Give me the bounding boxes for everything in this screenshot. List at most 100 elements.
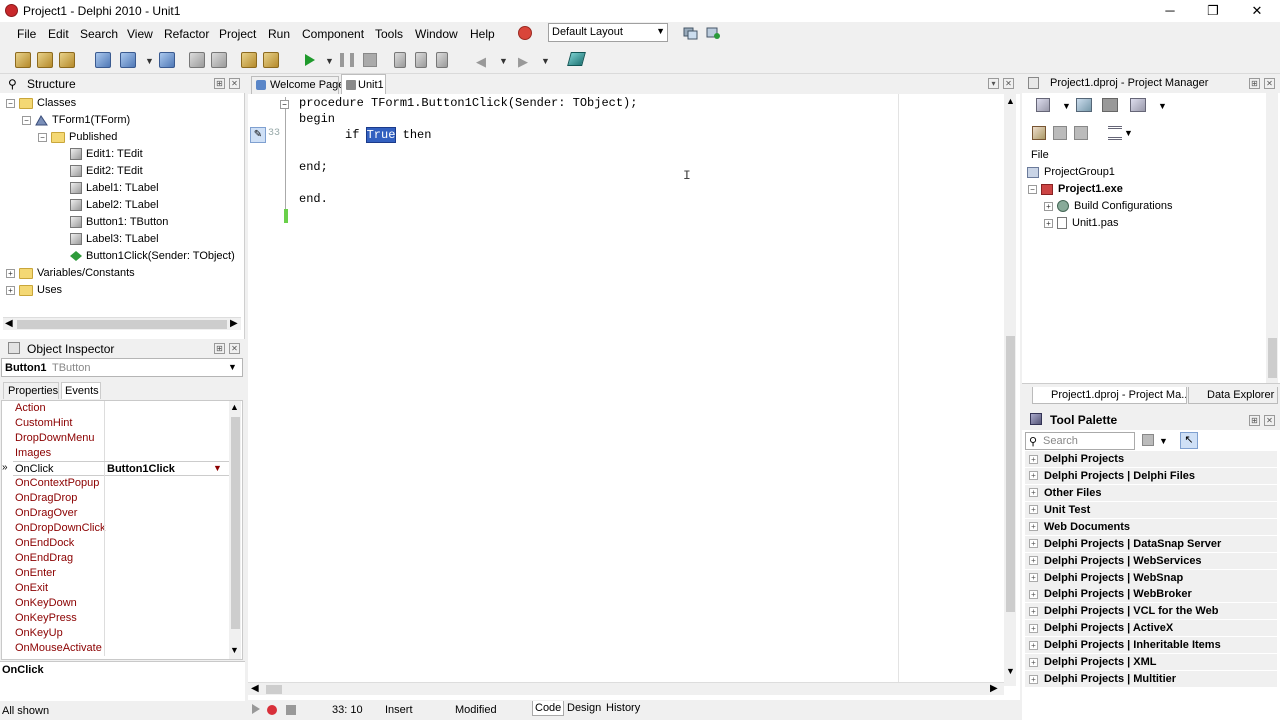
open-icon[interactable] [120,52,136,68]
event-value[interactable]: Button1Click [107,463,175,475]
event-row[interactable]: DropDownMenu [13,431,229,446]
new-form-icon[interactable] [37,52,53,68]
menu-help[interactable]: Help [470,27,495,41]
menu-refactor[interactable]: Refactor [164,27,209,41]
expand-icon[interactable]: + [1044,218,1053,228]
scroll-up-icon[interactable]: ▲ [230,402,239,412]
event-row[interactable]: OnExit [13,581,229,596]
scroll-thumb[interactable] [17,320,227,329]
selected-token[interactable]: True [365,127,397,143]
editor-vscroll[interactable]: ▲ ▼ [1004,94,1016,686]
expand-icon[interactable]: + [1029,573,1038,582]
project-vscroll[interactable] [1266,93,1278,383]
expand-icon[interactable]: + [1029,488,1038,498]
palette-category[interactable]: + Delphi Projects | VCL for the Web [1025,603,1277,620]
close-panel-icon[interactable]: ✕ [229,78,240,89]
palette-search-box[interactable]: ⚲ Search [1025,432,1135,450]
layout-debug-icon[interactable] [706,26,721,40]
close-panel-icon[interactable]: ✕ [1264,78,1275,89]
save-all-icon[interactable] [189,52,205,68]
collapse-icon[interactable]: − [6,98,15,108]
expand-icon[interactable]: + [1029,657,1038,667]
chevron-down-icon[interactable]: ▼ [1158,101,1167,111]
palette-category[interactable]: + Delphi Projects | Delphi Files [1025,467,1277,484]
back-arrow-icon[interactable]: ◀ [476,54,486,70]
expand-icon[interactable]: + [1029,556,1038,566]
tree-item-classes[interactable]: − Classes [6,95,76,111]
inspector-footer[interactable]: All shown [2,705,49,717]
add-to-project-icon[interactable] [241,52,257,68]
macro-record-icon[interactable] [267,705,277,715]
collapse-icon[interactable]: − [22,115,31,125]
tree-item-button1[interactable]: Button1: TButton [70,214,168,230]
palette-category[interactable]: + Delphi Projects | DataSnap Server [1025,535,1277,552]
run-icon[interactable] [305,54,315,66]
collapse-icon[interactable]: − [38,132,47,142]
expand-icon[interactable]: + [1029,674,1038,684]
close-tab-icon[interactable]: ✕ [1003,78,1014,89]
new-unit-icon[interactable] [59,52,75,68]
activate-icon[interactable] [1036,98,1050,112]
event-row[interactable]: OnDropDownClick [13,521,229,536]
menu-window[interactable]: Window [415,27,458,41]
editor-hscroll[interactable]: ◀ ▶ [248,682,1004,695]
palette-category[interactable]: + Delphi Projects | XML [1025,654,1277,671]
expand-icon[interactable]: + [1044,201,1053,211]
expand-icon[interactable]: + [1029,522,1038,532]
scroll-down-icon[interactable]: ▼ [1006,666,1015,676]
view-icon[interactable] [1130,98,1146,112]
tab-welcome-page[interactable]: Welcome Page [251,76,344,94]
pause-icon[interactable] [340,53,354,67]
chevron-down-icon[interactable]: ▼ [213,463,222,473]
scroll-thumb[interactable] [266,685,282,694]
tree-item-uses[interactable]: + Uses [6,282,62,298]
tree-item-unit1pas[interactable]: + Unit1.pas [1044,215,1118,231]
palette-category[interactable]: + Other Files [1025,484,1277,501]
scroll-thumb[interactable] [1268,338,1277,378]
expand-icon[interactable]: + [1029,589,1038,599]
forward-dropdown-icon[interactable]: ▼ [541,56,550,66]
tree-item-button1click[interactable]: Button1Click(Sender: TObject) [70,248,235,264]
record-icon[interactable] [518,26,532,40]
tree-item-published[interactable]: − Published [38,129,117,145]
tree-item-tform1[interactable]: − TForm1(TForm) [22,112,130,128]
expand-icon[interactable]: + [6,285,15,295]
event-row[interactable]: OnKeyUp [13,626,229,641]
sync-icon[interactable] [1076,98,1092,112]
help-book-icon[interactable] [567,52,586,66]
event-row[interactable]: OnContextPopup [13,476,229,491]
event-row[interactable]: OnMouseActivate [13,641,229,656]
expand-icon[interactable]: + [1029,606,1038,616]
tree-item-edit1[interactable]: Edit1: TEdit [70,146,143,162]
tab-code[interactable]: Code [532,701,565,716]
scroll-right-icon[interactable]: ▶ [230,318,238,329]
menu-view[interactable]: View [127,27,153,41]
event-row[interactable]: OnKeyPress [13,611,229,626]
remove-icon[interactable] [1102,98,1118,112]
palette-category[interactable]: + Web Documents [1025,518,1277,535]
event-row[interactable]: OnDragDrop [13,491,229,506]
macro-stop-icon[interactable] [286,705,296,715]
code-editor[interactable]: ✎ 33 − procedure TForm1.Button1Click(Sen… [248,94,1020,700]
list-view-icon[interactable] [1108,126,1122,140]
structure-hscroll[interactable]: ◀ ▶ [3,317,241,330]
pin-icon[interactable]: ⊞ [1249,78,1260,89]
save-icon[interactable] [159,52,175,68]
pin-icon[interactable]: ⊞ [214,343,225,354]
expand-icon[interactable]: + [1029,454,1038,464]
menu-edit[interactable]: Edit [48,27,69,41]
event-row[interactable]: Action [13,401,229,416]
chevron-down-icon[interactable]: ▼ [1124,128,1133,138]
pin-icon[interactable]: ⊞ [1249,415,1260,426]
tree-item-projectgroup[interactable]: ProjectGroup1 [1027,164,1115,180]
expand-icon[interactable]: + [1029,505,1038,515]
event-row[interactable]: CustomHint [13,416,229,431]
show-files-icon[interactable] [1074,126,1088,140]
expand-icon[interactable]: + [1029,471,1038,481]
scroll-left-icon[interactable]: ◀ [5,318,13,329]
trace-into-icon[interactable] [394,52,406,68]
menu-project[interactable]: Project [219,27,256,41]
restore-button[interactable]: ❐ [1191,0,1235,22]
tab-list-icon[interactable]: ▾ [988,78,999,89]
event-row[interactable]: OnClick Button1Click ▼ [13,461,229,477]
